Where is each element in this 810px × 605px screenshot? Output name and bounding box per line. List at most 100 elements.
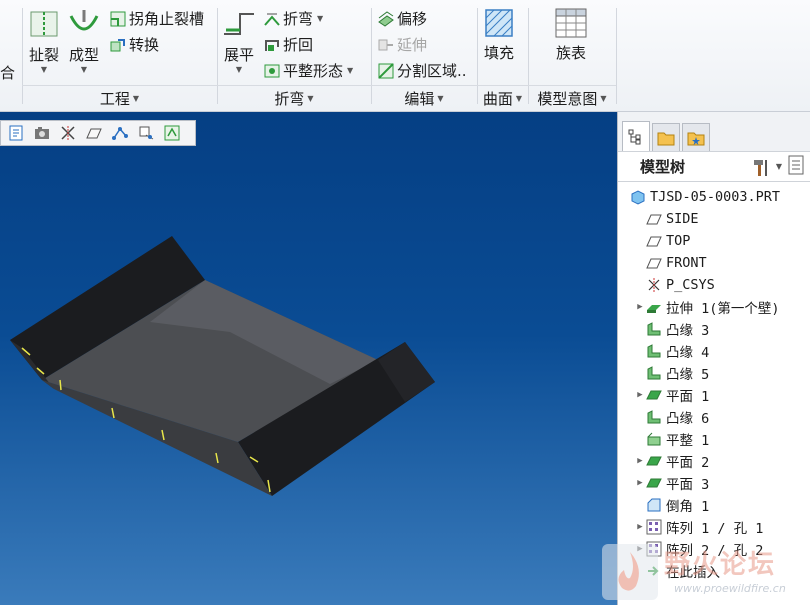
tree-item[interactable]: TOP [618, 230, 810, 252]
watermark-url: www.proewildfire.cn [674, 582, 786, 595]
model-tree: TJSD-05-0003.PRT SIDE TOP FRONT P_CSYS ▶ 拉伸 1(… [618, 182, 810, 582]
tree-item[interactable]: ▶ 阵列 1 / 孔 1 [618, 516, 810, 538]
rip-button[interactable]: 扯裂 ▼ [28, 8, 60, 74]
bend-icon [264, 12, 280, 26]
flatten-form-button[interactable]: 平整形态 ▼ [264, 60, 353, 81]
tree-item-label: 凸缘 4 [666, 345, 710, 361]
planar-wall-icon [646, 456, 662, 466]
model-tree-panel: 模型树 ▼ TJSD-05-0003.PRT SIDE TOP FRONT P_CSYS… [617, 112, 810, 605]
offset-icon [378, 10, 394, 27]
ribbon: 合 扯裂 ▼ 成型 ▼ 拐角止裂槽 转换 展平 ▼ 折弯 ▼ 折回 平整形态 ▼… [0, 0, 810, 112]
planar-wall-icon [646, 390, 662, 400]
chevron-down-icon: ▼ [775, 162, 782, 171]
datum-plane-icon [646, 236, 662, 247]
csys-icon [648, 278, 660, 292]
chevron-down-icon: ▼ [437, 93, 444, 103]
split-area-button[interactable]: 分割区域.. [378, 60, 467, 81]
tree-item-label: 平面 2 [666, 455, 710, 471]
datum-plane-icon [646, 214, 662, 225]
tree-item[interactable]: FRONT [618, 252, 810, 274]
list-columns-icon [788, 155, 804, 174]
hammer-settings-icon [753, 159, 767, 176]
tree-item-label: 拉伸 1(第一个壁) [666, 301, 780, 317]
bend-button[interactable]: 折弯 ▼ [264, 8, 323, 29]
pattern-icon [646, 519, 662, 535]
watermark-title: 野火论坛 [664, 550, 777, 580]
flatten-form-icon [264, 64, 280, 77]
group-model-intent[interactable]: 模型意图 ▼ [528, 85, 616, 110]
group-edit[interactable]: 编辑 ▼ [371, 85, 477, 110]
corner-relief-icon [110, 11, 126, 26]
form-icon [69, 10, 99, 31]
tree-item-label: 平面 3 [666, 477, 710, 493]
tree-item[interactable]: ▶ 拉伸 1(第一个壁) [618, 296, 810, 318]
tab-favorites[interactable] [682, 123, 710, 151]
tree-item-label: 阵列 1 / 孔 1 [666, 521, 764, 537]
group-surfaces[interactable]: 曲面 ▼ [477, 85, 528, 110]
family-table-icon [555, 8, 587, 38]
extend-button[interactable]: 延伸 [378, 34, 427, 55]
tree-item-label: TJSD-05-0003.PRT [650, 189, 781, 205]
form-button[interactable]: 成型 ▼ [68, 8, 100, 74]
rip-dropdown-icon[interactable]: ▼ [41, 65, 47, 74]
tree-item-label: FRONT [666, 255, 707, 271]
tree-item[interactable]: SIDE [618, 208, 810, 230]
expand-arrow-icon[interactable]: ▶ [634, 478, 646, 488]
tree-columns-button[interactable] [788, 155, 804, 179]
tree-item[interactable]: 凸缘 6 [618, 406, 810, 428]
part-model-3d[interactable] [0, 112, 617, 605]
bend-back-icon [265, 39, 279, 51]
flange-icon [647, 344, 661, 358]
group-bends[interactable]: 折弯 ▼ [217, 85, 371, 110]
tree-root-item[interactable]: TJSD-05-0003.PRT [618, 186, 810, 208]
unbend-icon [224, 13, 254, 35]
family-table-button[interactable]: 族表 [555, 8, 587, 63]
flange-icon [647, 366, 661, 380]
tree-item[interactable]: 倒角 1 [618, 494, 810, 516]
tree-item[interactable]: 凸缘 4 [618, 340, 810, 362]
tree-item[interactable]: P_CSYS [618, 274, 810, 296]
chevron-down-icon: ▼ [132, 93, 140, 103]
tree-item[interactable]: ▶ 平面 2 [618, 450, 810, 472]
convert-button[interactable]: 转换 [110, 34, 159, 55]
folder-icon [657, 132, 675, 145]
tree-settings-button[interactable]: ▼ [752, 157, 782, 177]
tab-model-tree[interactable] [622, 121, 650, 151]
extrude-wall-icon [647, 305, 661, 313]
tree-item[interactable]: 平整 1 [618, 428, 810, 450]
unbend-dropdown-icon[interactable]: ▼ [236, 65, 242, 74]
tree-item-label: 倒角 1 [666, 499, 710, 515]
tree-item[interactable]: ▶ 平面 3 [618, 472, 810, 494]
planar-wall-icon [646, 478, 662, 488]
unbend-button[interactable]: 展平 ▼ [222, 8, 256, 74]
corner-relief-button[interactable]: 拐角止裂槽 [110, 8, 204, 29]
fill-button[interactable]: 填充 [484, 8, 514, 63]
forum-watermark: 野火论坛 www.proewildfire.cn [600, 540, 810, 605]
chevron-down-icon: ▼ [307, 93, 314, 103]
flange-icon [647, 410, 661, 424]
tree-item[interactable]: 凸缘 3 [618, 318, 810, 340]
tree-item[interactable]: 凸缘 5 [618, 362, 810, 384]
tree-item[interactable]: ▶ 平面 1 [618, 384, 810, 406]
graphics-window[interactable] [0, 112, 617, 605]
tree-item-label: 凸缘 3 [666, 323, 710, 339]
flatten-form-dropdown-icon[interactable]: ▼ [347, 66, 353, 75]
expand-arrow-icon[interactable]: ▶ [634, 390, 646, 400]
fill-icon [485, 9, 513, 37]
flange-icon [647, 322, 661, 336]
expand-arrow-icon[interactable]: ▶ [634, 522, 646, 532]
bend-dropdown-icon[interactable]: ▼ [317, 14, 323, 23]
tree-item-label: 凸缘 5 [666, 367, 710, 383]
tab-folder-browser[interactable] [652, 123, 680, 151]
tree-icon [628, 129, 641, 144]
expand-arrow-icon[interactable]: ▶ [634, 302, 646, 312]
offset-button[interactable]: 偏移 [378, 8, 427, 29]
form-dropdown-icon[interactable]: ▼ [81, 65, 87, 74]
partial-tool-label[interactable]: 合 [0, 62, 15, 83]
expand-arrow-icon[interactable]: ▶ [634, 456, 646, 466]
tree-item-label: TOP [666, 233, 691, 249]
group-engineering[interactable]: 工程 ▼ [22, 85, 217, 110]
bend-back-button[interactable]: 折回 [264, 34, 313, 55]
tree-item-label: 平面 1 [666, 389, 710, 405]
chevron-down-icon: ▼ [515, 93, 523, 103]
